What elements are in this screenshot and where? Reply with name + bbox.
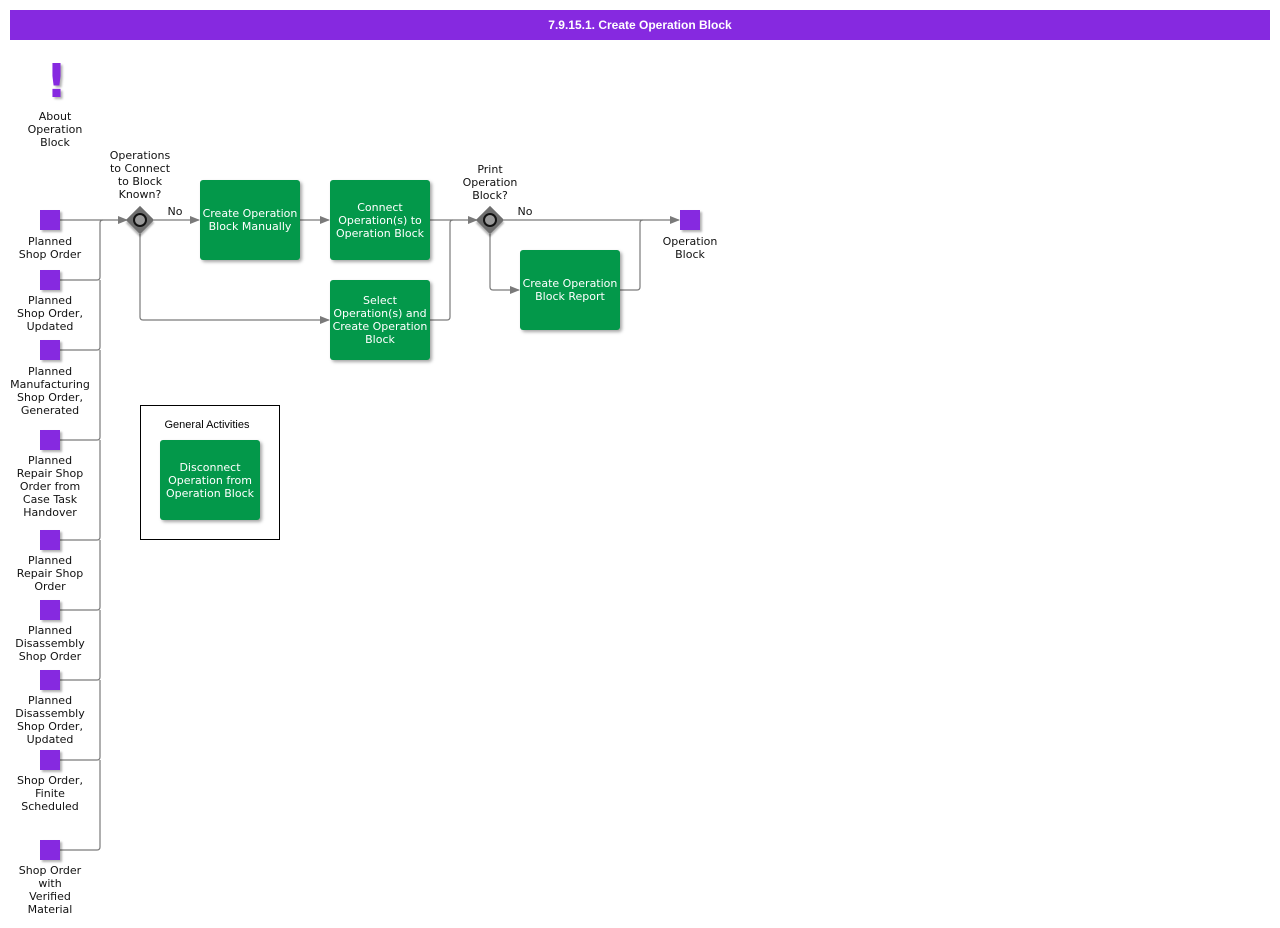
task-select-operations-create-block[interactable]: Select Operation(s) and Create Operation…: [330, 280, 430, 360]
task-label: Select Operation(s) and Create Operation…: [332, 294, 428, 346]
start-event-label: Planned Shop Order: [18, 235, 82, 261]
start-event-label: Shop Order with Verified Material: [18, 864, 82, 916]
connector-gw2-yes: [489, 234, 520, 294]
task-create-operation-block-manually[interactable]: Create Operation Block Manually: [200, 180, 300, 260]
start-event-label: Planned Shop Order, Updated: [17, 294, 83, 333]
task-label: Create Operation Block Report: [522, 277, 618, 303]
start-event-planned-manufacturing-shop-order-generated[interactable]: [40, 340, 60, 360]
start-event-label: Planned Repair Shop Order: [16, 554, 84, 593]
about-label: About Operation Block: [27, 110, 83, 149]
general-activities-title: General Activities: [164, 419, 250, 431]
task-label: Create Operation Block Manually: [202, 207, 298, 233]
gateway-branch-label: No: [167, 205, 183, 218]
start-event-planned-shop-order[interactable]: [40, 210, 60, 230]
connector-report-end: [620, 219, 644, 291]
start-event-shop-order-verified-material[interactable]: [40, 840, 60, 860]
task-disconnect-operation[interactable]: Disconnect Operation from Operation Bloc…: [160, 440, 260, 520]
start-event-shop-order-finite-scheduled[interactable]: [40, 750, 60, 770]
connector-select-gw2: [430, 219, 454, 321]
gateway-branch-label: No: [517, 205, 533, 218]
task-create-operation-block-report[interactable]: Create Operation Block Report: [520, 250, 620, 330]
task-connect-operations[interactable]: Connect Operation(s) to Operation Block: [330, 180, 430, 260]
start-event-planned-shop-order-updated[interactable]: [40, 270, 60, 290]
start-event-label: Shop Order, Finite Scheduled: [17, 774, 83, 813]
start-event-label: Planned Repair Shop Order from Case Task…: [16, 454, 84, 519]
gateway-question-label: Print Operation Block?: [462, 163, 518, 202]
end-event-label: Operation Block: [662, 235, 718, 261]
end-event-operation-block[interactable]: [680, 210, 700, 230]
start-event-label: Planned Manufacturing Shop Order, Genera…: [10, 365, 90, 417]
gateway-question-label: Operations to Connect to Block Known?: [109, 149, 171, 201]
start-event-planned-repair-shop-order-case-task[interactable]: [40, 430, 60, 450]
start-event-planned-repair-shop-order[interactable]: [40, 530, 60, 550]
start-event-label: Planned Disassembly Shop Order: [15, 624, 85, 663]
task-label: Connect Operation(s) to Operation Block: [336, 200, 424, 240]
task-label: Disconnect Operation from Operation Bloc…: [166, 460, 254, 500]
start-event-label: Planned Disassembly Shop Order, Updated: [15, 694, 85, 746]
start-event-planned-disassembly-shop-order[interactable]: [40, 600, 60, 620]
exclamation-icon[interactable]: !: [46, 58, 67, 104]
start-event-planned-disassembly-shop-order-updated[interactable]: [40, 670, 60, 690]
